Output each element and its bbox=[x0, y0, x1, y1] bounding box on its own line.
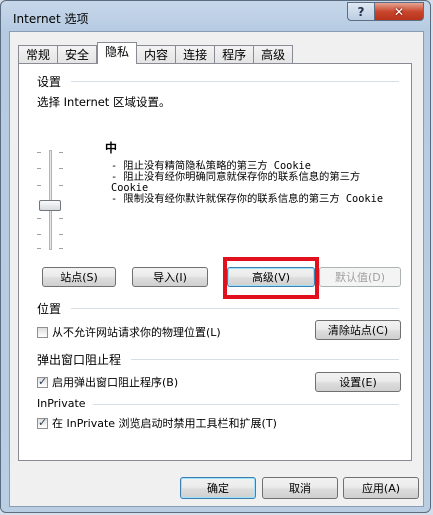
tab-general[interactable]: 常规 bbox=[18, 45, 59, 64]
tab-advanced[interactable]: 高级 bbox=[254, 45, 294, 64]
ok-button[interactable]: 确定 bbox=[180, 477, 256, 499]
privacy-rule-2: - 阻止没有经你明确同意就保存你的联系信息的第三方 Cookie bbox=[111, 171, 361, 194]
privacy-slider-thumb[interactable] bbox=[39, 200, 61, 211]
popup-checkbox[interactable] bbox=[37, 375, 48, 388]
location-group-label: 位置 bbox=[37, 302, 62, 316]
slider-tick bbox=[59, 168, 63, 169]
apply-button[interactable]: 应用(A) bbox=[343, 477, 419, 499]
tab-connections[interactable]: 连接 bbox=[176, 45, 216, 64]
slider-tick bbox=[59, 248, 63, 249]
divider bbox=[71, 81, 399, 82]
inprivate-option[interactable]: 在 InPrivate 浏览启动时禁用工具栏和扩展(T) bbox=[37, 415, 277, 431]
location-checkbox[interactable] bbox=[37, 326, 48, 338]
default-button: 默认值(D) bbox=[319, 267, 401, 287]
popup-settings-button[interactable]: 设置(E) bbox=[315, 372, 401, 392]
slider-tick bbox=[59, 152, 63, 153]
slider-tick bbox=[37, 168, 41, 169]
cancel-button[interactable]: 取消 bbox=[262, 477, 338, 499]
popup-checkbox-label: 启用弹出窗口阻止程序(B) bbox=[52, 376, 179, 389]
divider bbox=[93, 404, 399, 405]
divider bbox=[131, 359, 399, 360]
slider-tick bbox=[37, 218, 41, 219]
popup-group-label: 弹出窗口阻止程 bbox=[37, 353, 122, 367]
divider bbox=[71, 308, 399, 309]
import-button[interactable]: 导入(I) bbox=[132, 267, 208, 287]
privacy-level-label: 中 bbox=[105, 141, 118, 155]
settings-group-label: 设置 bbox=[37, 75, 62, 89]
settings-instruction: 选择 Internet 区域设置。 bbox=[37, 95, 171, 109]
tab-programs[interactable]: 程序 bbox=[215, 45, 255, 64]
inprivate-checkbox-label: 在 InPrivate 浏览启动时禁用工具栏和扩展(T) bbox=[52, 417, 277, 430]
popup-option[interactable]: 启用弹出窗口阻止程序(B) bbox=[37, 374, 178, 390]
highlight-annotation bbox=[223, 257, 319, 299]
tab-privacy[interactable]: 隐私 bbox=[97, 42, 138, 64]
privacy-rule-3: - 限制没有经你默许就保存你的联系信息的第三方 Cookie bbox=[111, 193, 384, 205]
internet-options-window: Internet 选项 ? ✕ 常规 安全 隐私 内容 连接 程序 高级 设置 … bbox=[0, 0, 431, 513]
slider-tick bbox=[37, 248, 41, 249]
close-button[interactable]: ✕ bbox=[374, 2, 424, 21]
slider-tick bbox=[37, 152, 41, 153]
inprivate-checkbox[interactable] bbox=[37, 416, 48, 429]
sites-button[interactable]: 站点(S) bbox=[42, 267, 116, 287]
privacy-level-description: - 阻止没有精简隐私策略的第三方 Cookie - 阻止没有经你明确同意就保存你… bbox=[111, 161, 397, 205]
dialog-client-area: 常规 安全 隐私 内容 连接 程序 高级 设置 选择 Internet 区域设置… bbox=[9, 31, 424, 507]
slider-tick bbox=[59, 218, 63, 219]
slider-tick bbox=[59, 234, 63, 235]
location-checkbox-label: 从不允许网站请求你的物理位置(L) bbox=[52, 326, 221, 339]
help-button[interactable]: ? bbox=[347, 2, 375, 21]
tab-strip: 常规 安全 隐私 内容 连接 程序 高级 bbox=[18, 42, 294, 64]
clear-sites-button[interactable]: 清除站点(C) bbox=[315, 320, 401, 340]
slider-tick bbox=[37, 234, 41, 235]
slider-tick bbox=[37, 185, 41, 186]
tab-content[interactable]: 内容 bbox=[137, 45, 177, 64]
inprivate-group-label: InPrivate bbox=[37, 397, 86, 410]
window-title: Internet 选项 bbox=[13, 12, 89, 26]
location-option[interactable]: 从不允许网站请求你的物理位置(L) bbox=[37, 324, 221, 340]
tab-security[interactable]: 安全 bbox=[58, 45, 98, 64]
slider-tick bbox=[59, 185, 63, 186]
privacy-panel: 设置 选择 Internet 区域设置。 中 - 阻止没有精简隐私策略的第三方 … bbox=[18, 63, 412, 461]
